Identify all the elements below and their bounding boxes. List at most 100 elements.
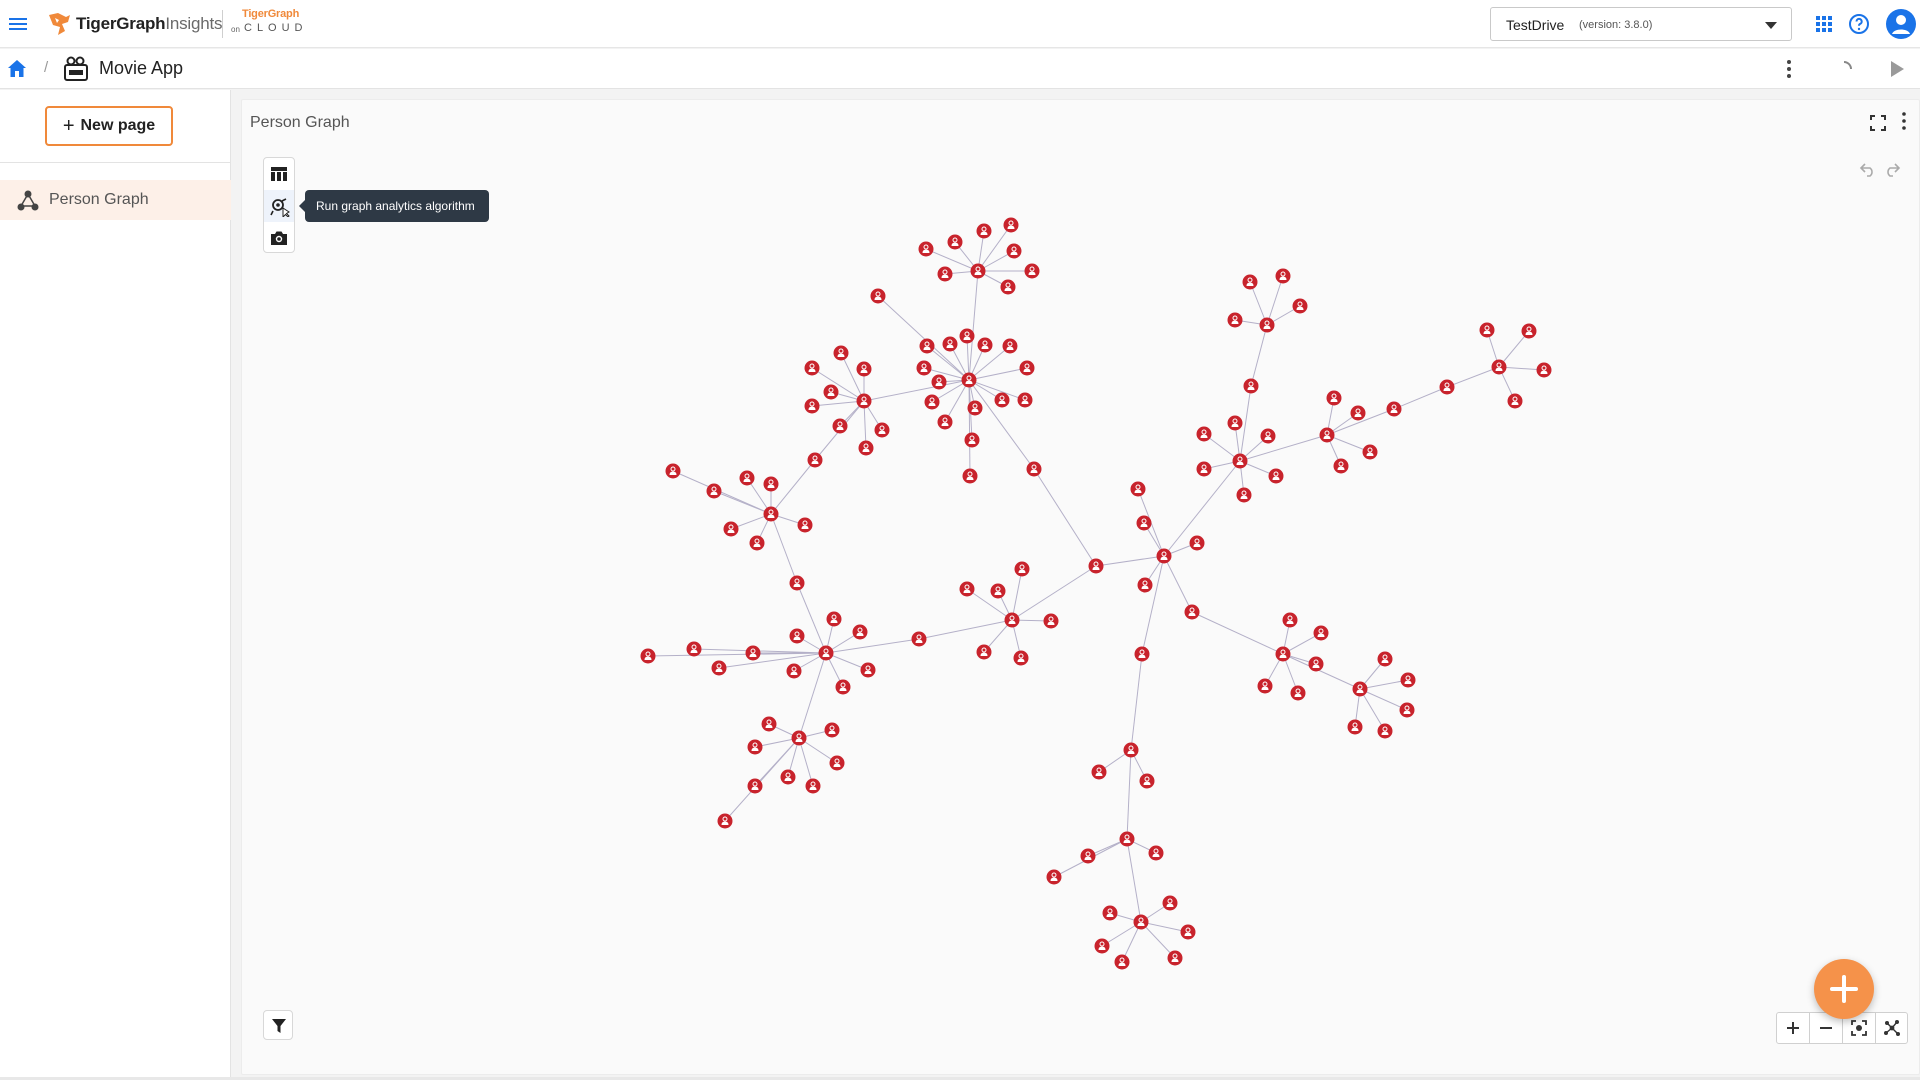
more-options-icon[interactable] xyxy=(1777,57,1801,81)
person-node[interactable] xyxy=(1043,613,1059,629)
person-node[interactable] xyxy=(807,452,823,468)
graph-nodes[interactable] xyxy=(640,217,1552,970)
person-node[interactable] xyxy=(1139,773,1155,789)
tigergraph-logo-icon[interactable] xyxy=(46,11,72,37)
graph-analytics-button[interactable] xyxy=(264,190,294,222)
person-node[interactable] xyxy=(1000,279,1016,295)
person-node[interactable] xyxy=(717,813,733,829)
person-node[interactable] xyxy=(1275,268,1291,284)
person-node[interactable] xyxy=(1013,650,1029,666)
person-node[interactable] xyxy=(1088,558,1104,574)
person-node[interactable] xyxy=(749,535,765,551)
person-node[interactable] xyxy=(1137,577,1153,593)
person-node[interactable] xyxy=(1536,362,1552,378)
person-node[interactable] xyxy=(1162,895,1178,911)
person-node[interactable] xyxy=(1292,298,1308,314)
person-node[interactable] xyxy=(1319,427,1335,443)
person-node[interactable] xyxy=(1268,468,1284,484)
run-icon[interactable] xyxy=(1884,57,1908,81)
person-node[interactable] xyxy=(937,414,953,430)
person-node[interactable] xyxy=(1184,604,1200,620)
person-node[interactable] xyxy=(858,440,874,456)
workspace-select[interactable]: TestDrive (version: 3.8.0) xyxy=(1490,7,1792,41)
person-node[interactable] xyxy=(706,483,722,499)
person-node[interactable] xyxy=(967,400,983,416)
person-node[interactable] xyxy=(1350,405,1366,421)
person-node[interactable] xyxy=(1002,338,1018,354)
home-icon[interactable] xyxy=(5,57,29,81)
person-node[interactable] xyxy=(1232,453,1248,469)
person-node[interactable] xyxy=(942,336,958,352)
person-node[interactable] xyxy=(640,648,656,664)
person-node[interactable] xyxy=(1313,625,1329,641)
person-node[interactable] xyxy=(1130,481,1146,497)
person-node[interactable] xyxy=(1019,360,1035,376)
table-view-button[interactable] xyxy=(264,158,294,190)
person-node[interactable] xyxy=(1282,612,1298,628)
person-node[interactable] xyxy=(1114,954,1130,970)
person-node[interactable] xyxy=(763,506,779,522)
person-node[interactable] xyxy=(829,755,845,771)
person-node[interactable] xyxy=(1227,415,1243,431)
person-node[interactable] xyxy=(1156,548,1172,564)
person-node[interactable] xyxy=(1479,322,1495,338)
person-node[interactable] xyxy=(856,393,872,409)
person-node[interactable] xyxy=(1243,378,1259,394)
fullscreen-icon[interactable] xyxy=(1867,112,1889,134)
person-node[interactable] xyxy=(947,234,963,250)
panel-more-options-icon[interactable] xyxy=(1893,110,1915,132)
person-node[interactable] xyxy=(823,384,839,400)
person-node[interactable] xyxy=(1275,646,1291,662)
person-node[interactable] xyxy=(1024,263,1040,279)
new-page-button[interactable]: + New page xyxy=(45,106,173,146)
person-node[interactable] xyxy=(747,739,763,755)
person-node[interactable] xyxy=(1080,848,1096,864)
person-node[interactable] xyxy=(1507,393,1523,409)
person-node[interactable] xyxy=(959,581,975,597)
person-node[interactable] xyxy=(976,223,992,239)
person-node[interactable] xyxy=(860,662,876,678)
sidebar-item-person-graph[interactable]: Person Graph xyxy=(0,180,231,220)
person-node[interactable] xyxy=(961,372,977,388)
person-node[interactable] xyxy=(1189,535,1205,551)
person-node[interactable] xyxy=(994,392,1010,408)
person-node[interactable] xyxy=(870,288,886,304)
person-node[interactable] xyxy=(1196,426,1212,442)
person-node[interactable] xyxy=(723,521,739,537)
person-node[interactable] xyxy=(1102,905,1118,921)
person-node[interactable] xyxy=(874,422,890,438)
person-node[interactable] xyxy=(919,338,935,354)
person-node[interactable] xyxy=(931,374,947,390)
person-node[interactable] xyxy=(1026,461,1042,477)
person-node[interactable] xyxy=(1347,719,1363,735)
person-node[interactable] xyxy=(1180,924,1196,940)
snapshot-button[interactable] xyxy=(264,222,294,254)
person-node[interactable] xyxy=(1094,938,1110,954)
person-node[interactable] xyxy=(1399,702,1415,718)
person-node[interactable] xyxy=(959,328,975,344)
person-node[interactable] xyxy=(1014,561,1030,577)
person-node[interactable] xyxy=(835,679,851,695)
person-node[interactable] xyxy=(1290,685,1306,701)
person-node[interactable] xyxy=(1521,323,1537,339)
person-node[interactable] xyxy=(761,716,777,732)
apps-grid-icon[interactable] xyxy=(1812,12,1836,36)
person-node[interactable] xyxy=(1326,390,1342,406)
person-node[interactable] xyxy=(918,241,934,257)
person-node[interactable] xyxy=(976,644,992,660)
person-node[interactable] xyxy=(924,394,940,410)
person-node[interactable] xyxy=(911,631,927,647)
person-node[interactable] xyxy=(745,645,761,661)
person-node[interactable] xyxy=(1133,914,1149,930)
person-node[interactable] xyxy=(1260,428,1276,444)
person-node[interactable] xyxy=(780,769,796,785)
person-node[interactable] xyxy=(1242,274,1258,290)
person-node[interactable] xyxy=(833,345,849,361)
hamburger-menu-icon[interactable] xyxy=(6,12,30,36)
add-fab-button[interactable] xyxy=(1814,959,1874,1019)
person-node[interactable] xyxy=(1227,312,1243,328)
person-node[interactable] xyxy=(1386,401,1402,417)
person-node[interactable] xyxy=(1362,444,1378,460)
person-node[interactable] xyxy=(1308,656,1324,672)
person-node[interactable] xyxy=(1134,646,1150,662)
